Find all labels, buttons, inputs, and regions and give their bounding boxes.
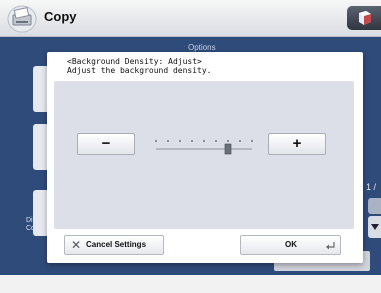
ok-button[interactable]: OK [240, 235, 341, 255]
slider-step-dot [191, 140, 193, 142]
cancel-settings-button[interactable]: ✕ Cancel Settings [64, 235, 164, 255]
enter-arrow-icon [326, 242, 335, 250]
scroll-up-button[interactable] [368, 198, 381, 214]
app-header: Copy [0, 0, 381, 37]
close-x-icon: ✕ [71, 238, 82, 252]
background-density-dialog: <Background Density: Adjust> Adjust the … [47, 52, 363, 263]
main-menu-button[interactable] [347, 6, 381, 30]
dialog-description: Adjust the background density. [67, 66, 212, 75]
app-title: Copy [44, 9, 77, 24]
slider-step-dot [167, 140, 169, 142]
slider-step-dot [227, 140, 229, 142]
dialog-title: <Background Density: Adjust> [67, 57, 202, 66]
decrease-density-button[interactable]: − [77, 133, 135, 155]
ok-label: OK [285, 240, 297, 249]
options-label: Options [188, 43, 216, 52]
page-indicator: 1 / [366, 182, 377, 192]
density-adjust-area: − + [54, 81, 354, 229]
option-partial-line-2: Co [26, 225, 35, 232]
slider-step-dot [215, 140, 217, 142]
slider-step-dot [251, 140, 253, 142]
slider-step-dot [155, 140, 157, 142]
main-menu-icon [359, 11, 371, 25]
increase-density-button[interactable]: + [268, 133, 326, 155]
slider-step-dot [203, 140, 205, 142]
option-partial-label: Di Co [26, 217, 35, 233]
scroll-down-button[interactable] [368, 216, 381, 238]
status-strip [0, 275, 381, 293]
slider-step-dot [239, 140, 241, 142]
copy-machine-icon [7, 5, 37, 33]
option-partial-line-1: Di [26, 217, 33, 224]
density-slider[interactable] [152, 131, 256, 159]
slider-step-dot [179, 140, 181, 142]
slider-handle[interactable] [224, 143, 232, 155]
cancel-settings-label: Cancel Settings [86, 240, 147, 249]
